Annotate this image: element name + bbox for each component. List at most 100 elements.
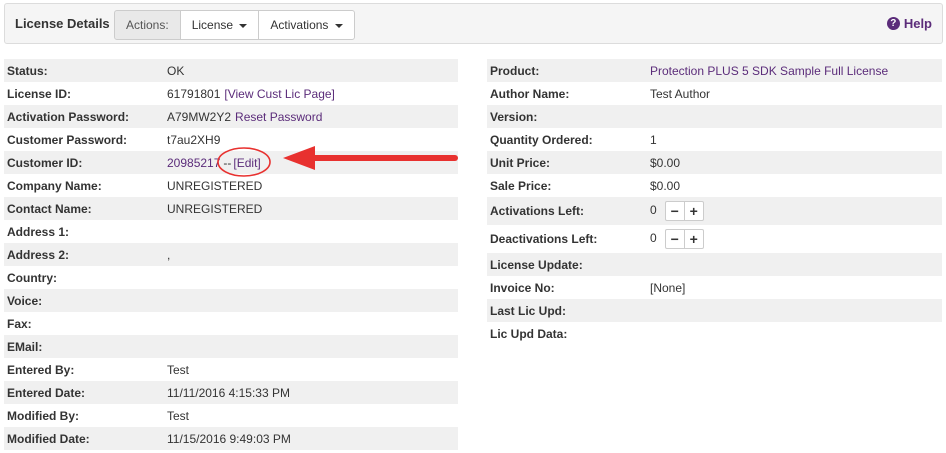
row-company-name: Company Name: UNREGISTERED — [4, 174, 458, 197]
entered-by-value: Test — [167, 362, 190, 377]
lic-upd-data-label: Lic Upd Data: — [490, 326, 568, 341]
status-value-cell: OK — [164, 59, 458, 82]
row-entered-date: Entered Date: 11/11/2016 4:15:33 PM — [4, 381, 458, 404]
modified-date-value: 11/15/2016 9:49:03 PM — [167, 431, 291, 446]
address-2-label: Address 2: — [4, 243, 164, 266]
row-country: Country: — [4, 266, 458, 289]
row-invoice-no: Invoice No: [None] — [487, 276, 942, 299]
fax-value-cell — [164, 312, 458, 335]
row-fax: Fax: — [4, 312, 458, 335]
row-address-1: Address 1: — [4, 220, 458, 243]
modified-by-value: Test — [167, 408, 190, 423]
decrement-button[interactable]: − — [664, 229, 685, 249]
activations-dropdown-label: Activations — [270, 18, 329, 32]
lic-upd-data-value-cell — [647, 322, 942, 345]
deactivations-left-label: Deactivations Left: — [490, 232, 598, 246]
activation-password-value-cell: A79MW2Y2 Reset Password — [164, 105, 458, 128]
voice-value-cell — [164, 289, 458, 312]
modified-date-label: Modified Date: — [4, 427, 164, 450]
customer-id-value-cell: 20985217 -- [Edit] — [164, 151, 458, 174]
contact-name-value: UNREGISTERED — [167, 201, 263, 216]
view-cust-lic-page-link[interactable]: [View Cust Lic Page] — [224, 87, 335, 101]
license-update-label: License Update: — [487, 253, 647, 276]
author-name-value-cell: Test Author — [647, 82, 942, 105]
sale-price-value-cell: $0.00 — [647, 174, 942, 197]
product-details-table: Product: Protection PLUS 5 SDK Sample Ful… — [487, 59, 942, 345]
customer-password-value: t7au2XH9 — [167, 132, 221, 147]
activation-password-label: Activation Password: — [4, 105, 164, 128]
address-1-value-cell — [164, 220, 458, 243]
activations-left-stepper: − + — [664, 201, 704, 221]
decrement-button[interactable]: − — [664, 201, 685, 221]
deactivations-left-value-cell: 0− + — [647, 225, 942, 253]
row-license-update: License Update: — [487, 253, 942, 276]
voice-label: Voice: — [4, 289, 164, 312]
increment-button[interactable]: + — [683, 201, 704, 221]
row-lic-upd-data: Lic Upd Data: — [487, 322, 942, 345]
page-title: License Details — [15, 16, 110, 31]
license-update-value-cell — [647, 253, 942, 276]
customer-password-value-cell: t7au2XH9 — [164, 128, 458, 151]
row-modified-date: Modified Date: 11/15/2016 9:49:03 PM — [4, 427, 458, 450]
unit-price-label: Unit Price: — [487, 151, 647, 174]
version-label: Version: — [487, 105, 647, 128]
customer-id-separator: -- — [223, 155, 232, 170]
entered-by-label: Entered By: — [7, 362, 75, 377]
activations-dropdown-button[interactable]: Activations — [258, 10, 355, 40]
activations-left-value-cell: 0− + — [647, 197, 942, 225]
reset-password-link[interactable]: Reset Password — [235, 110, 322, 124]
row-version: Version: — [487, 105, 942, 128]
modified-by-label: Modified By: — [7, 408, 79, 423]
invoice-no-label: Invoice No: — [490, 280, 555, 295]
deactivations-left-value: 0 — [650, 231, 657, 246]
row-contact-name: Contact Name: UNREGISTERED — [4, 197, 458, 220]
row-email: EMail: — [4, 335, 458, 358]
entered-date-label: Entered Date: — [4, 381, 164, 404]
license-id-value-cell: 61791801 [View Cust Lic Page] — [164, 82, 458, 105]
address-1-label: Address 1: — [7, 224, 70, 239]
entered-by-value-cell: Test — [164, 358, 458, 381]
row-activation-password: Activation Password: A79MW2Y2 Reset Passwo… — [4, 105, 458, 128]
increment-button[interactable]: + — [683, 229, 704, 249]
modified-by-value-cell: Test — [164, 404, 458, 427]
row-activations-left: Activations Left: 0− + — [487, 197, 942, 225]
row-voice: Voice: — [4, 289, 458, 312]
license-dropdown-button[interactable]: License — [179, 10, 260, 40]
country-label: Country: — [7, 270, 57, 285]
row-modified-by: Modified By: Test — [4, 404, 458, 427]
activation-password-value: A79MW2Y2 — [167, 109, 232, 124]
help-link[interactable]: ? Help — [886, 16, 932, 31]
customer-id-link[interactable]: 20985217 — [167, 156, 220, 170]
email-value-cell — [164, 335, 458, 358]
company-name-value: UNREGISTERED — [167, 178, 263, 193]
row-sale-price: Sale Price: $0.00 — [487, 174, 942, 197]
invoice-no-value-cell: [None] — [647, 276, 942, 299]
contact-name-label: Contact Name: — [4, 197, 164, 220]
modified-date-value-cell: 11/15/2016 9:49:03 PM — [164, 427, 458, 450]
row-address-2: Address 2:, — [4, 243, 458, 266]
row-unit-price: Unit Price: $0.00 — [487, 151, 942, 174]
unit-price-value-cell: $0.00 — [647, 151, 942, 174]
activations-left-value: 0 — [650, 203, 657, 218]
license-dropdown-label: License — [191, 18, 234, 32]
status-label: Status: — [4, 59, 164, 82]
license-id-value: 61791801 — [167, 86, 221, 101]
toolbar: License Details Actions: License Activat… — [4, 3, 943, 44]
quantity-ordered-value-cell: 1 — [647, 128, 942, 151]
row-status: Status: OK — [4, 59, 458, 82]
deactivations-left-stepper: − + — [664, 229, 704, 249]
company-name-label: Company Name: — [7, 178, 102, 193]
row-author-name: Author Name: Test Author — [487, 82, 942, 105]
caret-down-icon — [239, 23, 248, 28]
customer-password-label: Customer Password: — [7, 132, 128, 147]
fax-label: Fax: — [7, 316, 32, 331]
address-2-value-cell: , — [164, 243, 458, 266]
row-deactivations-left: Deactivations Left: 0− + — [487, 225, 942, 253]
last-lic-upd-label: Last Lic Upd: — [487, 299, 647, 322]
entered-date-value: 11/11/2016 4:15:33 PM — [167, 385, 290, 400]
product-link[interactable]: Protection PLUS 5 SDK Sample Full Licens… — [650, 64, 888, 78]
edit-customer-id-link[interactable]: [Edit] — [233, 156, 260, 170]
author-name-label: Author Name: — [490, 86, 570, 101]
sale-price-label: Sale Price: — [490, 178, 552, 193]
row-entered-by: Entered By: Test — [4, 358, 458, 381]
